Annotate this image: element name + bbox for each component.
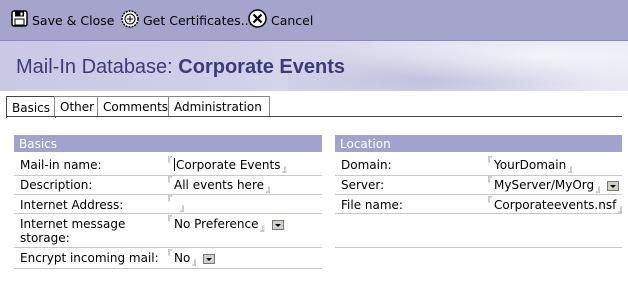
page-title-prefix: Mail-In Database: [16,56,179,78]
save-close-label: Save & Close [32,12,115,28]
text-cursor [174,158,176,171]
mail-in-name-label: Mail-in name: [20,158,102,172]
get-certificates-button[interactable]: Get Certificates... [121,9,253,31]
description-value: All events here [174,178,264,192]
dropdown-arrow-icon[interactable] [607,181,620,191]
internet-message-storage-value: No Preference [174,217,259,231]
floppy-disk-icon [11,10,28,30]
dropdown-arrow-icon[interactable] [203,254,216,264]
tab-comments[interactable]: Comments [97,96,171,117]
get-certificates-label: Get Certificates... [143,12,253,28]
row-divider [335,194,622,195]
save-close-button[interactable]: Save & Close [11,9,114,31]
internet-message-storage-field[interactable]: 『No Preference』 [163,216,284,236]
basics-section-heading: Basics [14,135,322,152]
file-name-field[interactable]: 『Corporateevents.nsf』 [483,197,627,217]
page-title-name: Corporate Events [178,56,346,78]
server-value: MyServer/MyOrg [494,178,595,192]
file-name-label: File name: [341,198,403,212]
encrypt-incoming-mail-value: No [174,251,191,265]
page-title: Mail-In Database: Corporate Events [16,56,345,79]
tab-administration[interactable]: Administration [168,96,270,117]
tab-divider [6,116,622,117]
tab-other[interactable]: Other [54,96,100,117]
file-name-value: Corporateevents.nsf [494,198,617,212]
description-label: Description: [20,178,93,192]
location-section-heading: Location [335,135,622,152]
internet-address-label: Internet Address: [20,198,124,212]
encrypt-incoming-mail-label: Encrypt incoming mail: [20,251,159,265]
mail-in-name-value: Corporate Events [176,158,281,172]
form-header: Mail-In Database: Corporate Events [0,41,628,91]
row-divider [14,268,322,269]
domain-value: YourDomain [494,158,567,172]
tab-basics[interactable]: Basics [6,96,56,118]
server-label: Server: [341,178,385,192]
certificate-icon [121,9,139,31]
action-bar: Save & Close Get Certificates... Cancel [0,0,628,41]
domain-label: Domain: [341,158,392,172]
cancel-x-icon [248,9,267,31]
dropdown-arrow-icon[interactable] [271,220,284,230]
cancel-label: Cancel [271,12,314,28]
row-divider [335,247,622,248]
cancel-button[interactable]: Cancel [248,9,313,31]
internet-message-storage-label: Internet message storage: [20,217,126,245]
row-divider [335,213,622,214]
row-divider [335,175,622,176]
